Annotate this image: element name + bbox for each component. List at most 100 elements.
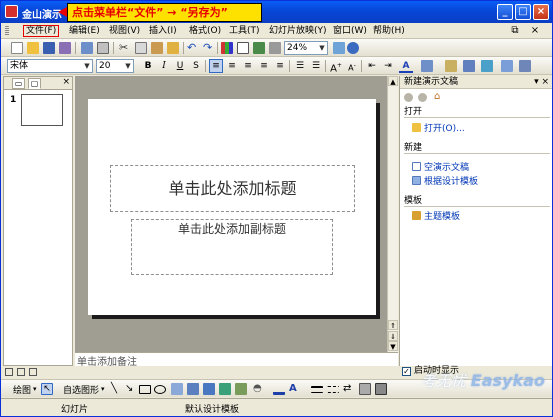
new-icon[interactable] xyxy=(11,42,23,54)
shadow-style-icon[interactable] xyxy=(359,383,371,395)
arrow-style-icon[interactable]: ⇄ xyxy=(343,383,355,395)
line-color-icon[interactable] xyxy=(273,383,285,395)
help-icon[interactable] xyxy=(347,42,359,54)
blank-presentation-link[interactable]: 空演示文稿 xyxy=(412,162,469,174)
wordart-icon[interactable] xyxy=(203,383,215,395)
save-icon[interactable] xyxy=(43,42,55,54)
next-slide-icon[interactable]: ⇓ xyxy=(388,331,398,341)
menu-slideshow[interactable]: 幻灯片放映(Y) xyxy=(267,25,329,37)
menu-view[interactable]: 视图(V) xyxy=(107,25,142,37)
menu-insert[interactable]: 插入(I) xyxy=(147,25,179,37)
bullets-icon[interactable]: ☰ xyxy=(309,59,323,73)
prev-slide-icon[interactable]: ⇑ xyxy=(388,320,398,330)
align-center-icon[interactable]: ≡ xyxy=(225,59,239,73)
checkbox-checked-icon[interactable]: ✓ xyxy=(402,367,411,376)
textbox-icon[interactable] xyxy=(171,383,183,395)
draw-dropdown-icon[interactable]: ▾ xyxy=(33,385,37,393)
menu-format[interactable]: 格式(O) xyxy=(187,25,223,37)
3d-style-icon[interactable] xyxy=(375,383,387,395)
print-preview-icon[interactable] xyxy=(97,42,109,54)
open-link[interactable]: 打开(O)... xyxy=(412,123,465,135)
select-pointer-icon[interactable]: ↖ xyxy=(41,383,53,395)
subtitle-placeholder[interactable]: 单击此处添加副标题 xyxy=(131,219,333,275)
justify-icon[interactable]: ≡ xyxy=(257,59,271,73)
paste-icon[interactable] xyxy=(151,42,163,54)
find-icon[interactable] xyxy=(333,42,345,54)
line-icon[interactable]: ╲ xyxy=(111,383,123,395)
shadow-button[interactable]: S xyxy=(189,59,203,73)
doc-close-icon[interactable]: × xyxy=(529,25,541,36)
new-slide-icon[interactable] xyxy=(463,60,475,72)
underline-button[interactable]: U xyxy=(173,59,187,73)
slide-thumbnail[interactable] xyxy=(21,94,63,126)
from-design-template-link[interactable]: 根据设计模板 xyxy=(412,176,478,188)
chart-icon[interactable] xyxy=(221,42,233,54)
theme-templates-link[interactable]: 主题模板 xyxy=(412,211,460,223)
slide-design-icon[interactable] xyxy=(421,60,433,72)
font-select[interactable]: 宋体 ▼ xyxy=(7,59,93,73)
open-icon[interactable] xyxy=(27,42,39,54)
table-icon[interactable] xyxy=(237,42,249,54)
email-icon[interactable] xyxy=(59,42,71,54)
numbering-icon[interactable]: ☰ xyxy=(293,59,307,73)
autoshape-menu[interactable]: 自选图形 xyxy=(63,383,99,396)
menu-help[interactable]: 帮助(H) xyxy=(371,25,407,37)
slide-layout-icon[interactable] xyxy=(445,60,457,72)
scroll-down-icon[interactable]: ▼ xyxy=(388,341,398,351)
app-icon[interactable] xyxy=(5,5,18,18)
title-bar[interactable]: 金山演示 点击菜单栏“文件” → “另存为” _ □ × xyxy=(1,1,552,23)
italic-button[interactable]: I xyxy=(157,59,171,73)
arrow-icon[interactable]: ↘ xyxy=(125,383,137,395)
normal-view-icon[interactable] xyxy=(5,368,13,376)
ellipse-icon[interactable] xyxy=(154,385,166,394)
home-icon[interactable]: ⌂ xyxy=(434,91,446,103)
menu-window[interactable]: 窗口(W) xyxy=(331,25,369,37)
task-pane-close-icon[interactable]: ▾ × xyxy=(534,76,549,88)
vertical-scrollbar[interactable]: ▲ ⇑ ⇓ ▼ xyxy=(387,76,398,352)
cut-icon[interactable]: ✂ xyxy=(119,42,131,54)
menu-tools[interactable]: 工具(T) xyxy=(227,25,262,37)
autoshape-dropdown-icon[interactable]: ▾ xyxy=(101,385,105,393)
slides-tab[interactable]: ▢ xyxy=(28,78,41,89)
menu-file[interactable]: 文件(F) xyxy=(23,25,60,37)
slide[interactable]: 单击此处添加标题 单击此处添加副标题 xyxy=(88,99,376,315)
decrease-indent-icon[interactable]: ⇤ xyxy=(365,59,379,73)
grow-font-icon[interactable]: A+ xyxy=(329,59,343,74)
forward-icon[interactable] xyxy=(418,93,427,102)
font-color-icon[interactable]: A xyxy=(399,59,413,73)
animation-icon[interactable] xyxy=(481,60,493,72)
grid-icon[interactable] xyxy=(269,42,281,54)
align-right-icon[interactable]: ≡ xyxy=(241,59,255,73)
back-icon[interactable] xyxy=(404,93,413,102)
shrink-font-icon[interactable]: A- xyxy=(345,59,359,73)
scroll-up-icon[interactable]: ▲ xyxy=(388,76,398,86)
sorter-view-icon[interactable] xyxy=(17,368,25,376)
title-placeholder[interactable]: 单击此处添加标题 xyxy=(110,165,355,212)
doc-restore-icon[interactable]: ⧉ xyxy=(509,25,521,36)
minimize-button[interactable]: _ xyxy=(497,4,513,20)
color-scheme-icon[interactable] xyxy=(519,60,531,72)
bold-button[interactable]: B xyxy=(141,59,155,73)
increase-indent-icon[interactable]: ⇥ xyxy=(381,59,395,73)
align-left-icon[interactable]: ≡ xyxy=(209,59,223,73)
dash-style-icon[interactable] xyxy=(327,386,339,393)
slideshow-view-icon[interactable] xyxy=(29,368,37,376)
undo-icon[interactable]: ↶ xyxy=(187,42,199,54)
maximize-button[interactable]: □ xyxy=(515,4,531,20)
format-painter-icon[interactable] xyxy=(167,42,179,54)
distributed-icon[interactable]: ≡ xyxy=(273,59,287,73)
copy-icon[interactable] xyxy=(135,42,147,54)
clipart-icon[interactable] xyxy=(219,383,231,395)
close-button[interactable]: × xyxy=(533,4,549,20)
menu-edit[interactable]: 编辑(E) xyxy=(67,25,102,37)
insert-picture-icon[interactable] xyxy=(235,383,247,395)
line-style-icon[interactable] xyxy=(311,386,323,393)
draw-font-color-icon[interactable]: A xyxy=(289,383,301,395)
outline-tab[interactable]: ▭ xyxy=(12,78,25,89)
font-size-select[interactable]: 20 ▼ xyxy=(96,59,134,73)
vertical-textbox-icon[interactable] xyxy=(187,383,199,395)
fill-color-icon[interactable]: ◓ xyxy=(253,383,265,395)
zoom-select[interactable]: 24% ▼ xyxy=(284,41,328,55)
draw-menu[interactable]: 绘图 xyxy=(13,383,31,396)
print-icon[interactable] xyxy=(81,42,93,54)
